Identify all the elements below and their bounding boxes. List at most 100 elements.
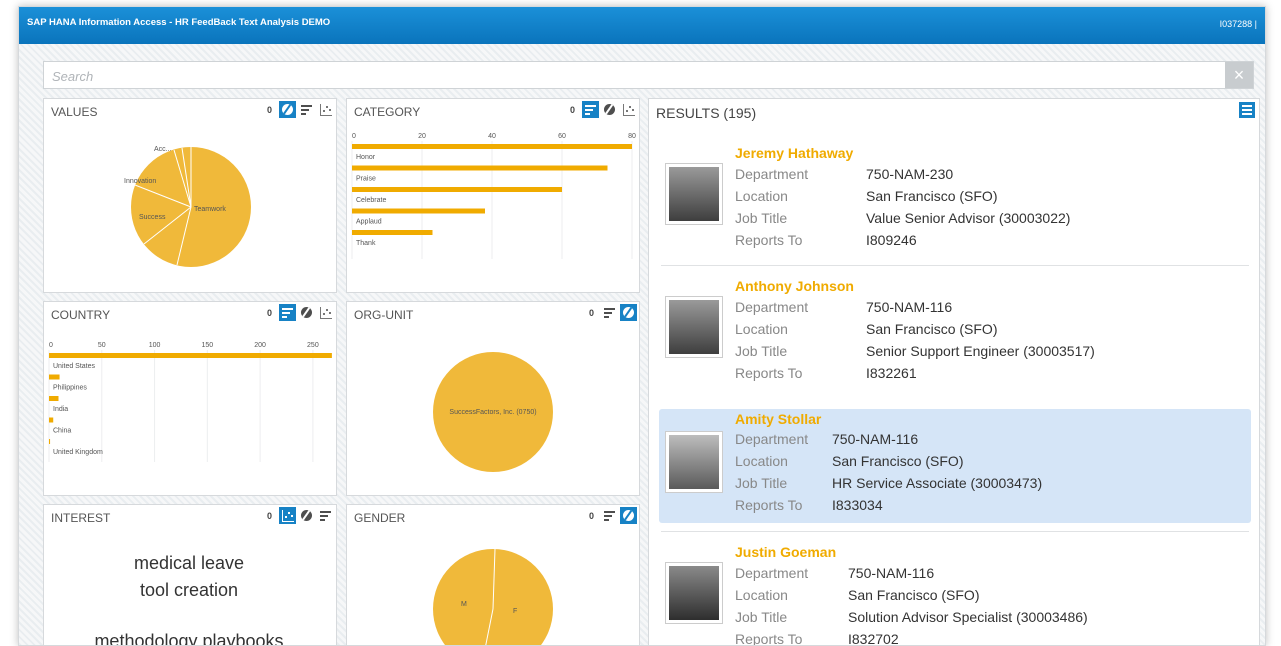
results-panel: RESULTS (195) Jeremy Hathaway Department… bbox=[648, 98, 1260, 646]
reports-to-value: I832261 bbox=[866, 365, 917, 381]
bar[interactable] bbox=[352, 208, 485, 214]
result-divider bbox=[661, 265, 1249, 266]
tick-label: 80 bbox=[628, 133, 636, 140]
location-value: San Francisco (SFO) bbox=[832, 453, 964, 469]
list-view-icon[interactable] bbox=[1239, 102, 1255, 118]
category-label: Praise bbox=[356, 176, 376, 183]
values-label-teamwork: Teamwork bbox=[194, 206, 226, 213]
category-label: Philippines bbox=[53, 385, 87, 392]
bar-chart-icon[interactable] bbox=[317, 507, 334, 524]
tick-label: 50 bbox=[98, 342, 106, 349]
job-title-label: Job Title bbox=[735, 609, 788, 625]
location-label: Location bbox=[735, 587, 788, 603]
department-label: Department bbox=[735, 166, 809, 182]
values-label-success: Success bbox=[139, 214, 166, 221]
search-input[interactable] bbox=[44, 62, 1224, 90]
interest-facet: INTEREST 0 medical leave tool creation m… bbox=[43, 504, 337, 645]
tick-label: 0 bbox=[352, 133, 356, 140]
job-title-label: Job Title bbox=[735, 210, 788, 226]
category-label: United Kingdom bbox=[53, 449, 103, 456]
gender-label-f: F bbox=[513, 608, 517, 615]
tick-label: 20 bbox=[418, 133, 426, 140]
org-unit-label: SuccessFactors, Inc. (0750) bbox=[449, 409, 536, 416]
gender-pie-chart: M F bbox=[433, 548, 553, 645]
interest-term[interactable]: tool creation bbox=[44, 580, 334, 601]
reports-to-label: Reports To bbox=[735, 365, 803, 381]
tick-label: 60 bbox=[558, 133, 566, 140]
employee-name[interactable]: Jeremy Hathaway bbox=[735, 145, 853, 161]
result-card[interactable]: Jeremy Hathaway Department Location Job … bbox=[659, 145, 1251, 258]
department-label: Department bbox=[735, 299, 809, 315]
department-label: Department bbox=[735, 431, 809, 447]
employee-name[interactable]: Justin Goeman bbox=[735, 544, 836, 560]
values-label-acc: Acc... bbox=[154, 146, 172, 153]
category-label: United States bbox=[53, 363, 96, 370]
result-card[interactable]: Justin Goeman Department Location Job Ti… bbox=[659, 544, 1251, 646]
employee-name[interactable]: Anthony Johnson bbox=[735, 278, 854, 294]
interest-term[interactable]: methodology playbooks bbox=[44, 631, 334, 645]
reports-to-label: Reports To bbox=[735, 497, 803, 513]
bar[interactable] bbox=[352, 230, 433, 235]
employee-photo bbox=[665, 296, 723, 358]
category-bar-chart: 0 20 40 60 80 Honor Praise Celebrate Applaud Than… bbox=[351, 133, 636, 259]
values-facet: VALUES 0 Acc... Innovation Success Teamw… bbox=[43, 98, 337, 293]
result-card-selected[interactable]: Amity Stollar Department Location Job Ti… bbox=[659, 409, 1251, 523]
interest-title: INTEREST bbox=[51, 511, 111, 525]
gender-label-m: M bbox=[461, 601, 467, 608]
search-bar: × bbox=[43, 61, 1254, 90]
job-title-value: HR Service Associate (30003473) bbox=[832, 475, 1043, 491]
reports-to-value: I833034 bbox=[832, 497, 883, 513]
job-title-value: Value Senior Advisor (30003022) bbox=[866, 210, 1071, 226]
category-facet: CATEGORY 0 0 20 40 60 80 Honor Praise Celebrate… bbox=[346, 98, 640, 293]
location-value: San Francisco (SFO) bbox=[866, 321, 998, 337]
reports-to-value: I832702 bbox=[848, 631, 899, 646]
tick-label: 0 bbox=[49, 342, 53, 349]
bar[interactable] bbox=[49, 417, 54, 423]
country-facet: COUNTRY 0 0 50 100 150 200 250 United States Ph… bbox=[43, 301, 337, 496]
bar[interactable] bbox=[352, 187, 562, 192]
department-value: 750-NAM-116 bbox=[832, 431, 919, 447]
department-value: 750-NAM-116 bbox=[848, 565, 935, 581]
results-title: RESULTS (195) bbox=[656, 105, 757, 121]
category-label: India bbox=[53, 406, 68, 413]
tick-label: 150 bbox=[201, 342, 213, 349]
result-divider bbox=[661, 531, 1249, 532]
reports-to-label: Reports To bbox=[735, 232, 803, 248]
category-label: China bbox=[53, 428, 71, 435]
interest-term[interactable]: medical leave bbox=[44, 553, 334, 574]
values-pie-chart: Acc... Innovation Success Teamwork bbox=[124, 146, 251, 267]
org-unit-facet: ORG-UNIT 0 SuccessFactors, Inc. (0750) bbox=[346, 301, 640, 496]
result-card[interactable]: Anthony Johnson Department Location Job … bbox=[659, 278, 1251, 391]
reports-to-value: I809246 bbox=[866, 232, 917, 248]
location-label: Location bbox=[735, 321, 788, 337]
location-value: San Francisco (SFO) bbox=[848, 587, 980, 603]
category-label: Applaud bbox=[356, 219, 382, 226]
bar[interactable] bbox=[49, 374, 60, 380]
tick-label: 100 bbox=[149, 342, 161, 349]
category-label: Thank bbox=[356, 240, 376, 247]
category-label: Honor bbox=[356, 154, 376, 161]
job-title-label: Job Title bbox=[735, 475, 788, 491]
employee-name[interactable]: Amity Stollar bbox=[735, 411, 821, 427]
pie-chart-icon[interactable] bbox=[298, 507, 315, 524]
bar[interactable] bbox=[352, 165, 608, 171]
department-value: 750-NAM-116 bbox=[866, 299, 953, 315]
gender-facet: GENDER 0 M F bbox=[346, 504, 640, 645]
user-id[interactable]: I037288 | bbox=[1220, 19, 1257, 29]
category-label: Celebrate bbox=[356, 197, 386, 204]
tick-label: 40 bbox=[488, 133, 496, 140]
bar[interactable] bbox=[49, 439, 51, 444]
interest-count: 0 bbox=[266, 510, 272, 521]
scatter-chart-icon[interactable] bbox=[279, 507, 296, 524]
clear-search-button[interactable]: × bbox=[1225, 62, 1253, 88]
org-unit-pie-chart: SuccessFactors, Inc. (0750) bbox=[433, 352, 553, 472]
location-value: San Francisco (SFO) bbox=[866, 188, 998, 204]
bar[interactable] bbox=[49, 353, 332, 358]
job-title-value: Solution Advisor Specialist (30003486) bbox=[848, 609, 1088, 625]
bar[interactable] bbox=[352, 144, 632, 149]
department-label: Department bbox=[735, 565, 809, 581]
tick-label: 200 bbox=[254, 342, 266, 349]
employee-photo bbox=[665, 163, 723, 225]
bar[interactable] bbox=[49, 396, 59, 401]
department-value: 750-NAM-230 bbox=[866, 166, 954, 182]
